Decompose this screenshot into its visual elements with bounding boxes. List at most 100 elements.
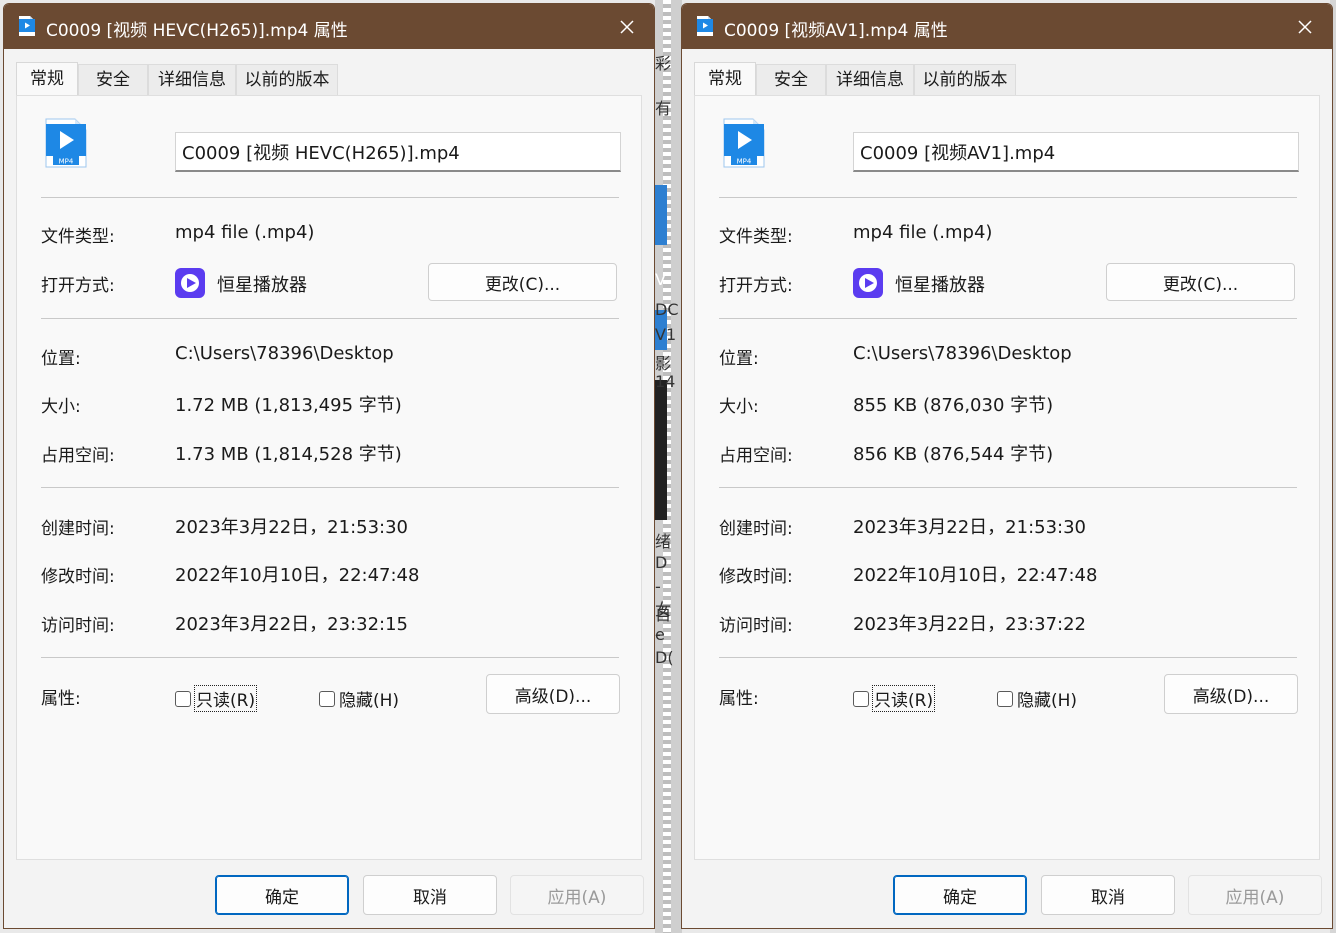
location-value: C:\Users\78396\Desktop [175,343,394,364]
cancel-button[interactable]: 取消 [363,875,497,915]
attributes-label: 属性: [41,689,81,709]
hidden-label: 隐藏(H) [1017,691,1078,711]
readonly-label: 只读(R) [193,685,258,712]
file-type-value: mp4 file (.mp4) [175,222,315,243]
open-with-value: 恒星播放器 [217,275,307,296]
ok-button[interactable]: 确定 [893,875,1027,915]
separator [41,487,619,488]
bg-glyph: V1 [655,325,677,344]
tab-details[interactable]: 详细信息 [826,64,914,95]
general-panel: MP4 文件类型: mp4 file (.mp4) 打开方式: 恒星播放器 更改… [694,95,1320,860]
modified-value: 2022年10月10日，22:47:48 [175,565,420,586]
separator [41,318,619,319]
size-on-disk-label: 占用空间: [41,446,115,466]
properties-dialog-av1: C0009 [视频AV1].mp4 属性 常规 安全 详细信息 以前的版本 MP… [681,3,1333,929]
tab-security[interactable]: 安全 [756,64,826,95]
close-button[interactable] [1278,4,1332,49]
separator [719,657,1297,658]
open-with-label: 打开方式: [41,276,115,296]
file-type-value: mp4 file (.mp4) [853,222,993,243]
tab-previous-versions[interactable]: 以前的版本 [914,64,1016,95]
mp4-file-icon: MP4 [723,118,765,168]
hidden-label: 隐藏(H) [339,691,400,711]
background-desktop-strip: 彩 有 V DC V1 影 14 绪 D -女 自e - D( [655,0,682,933]
modified-label: 修改时间: [41,567,115,587]
close-icon [1298,19,1312,34]
close-button[interactable] [600,4,654,49]
readonly-checkbox[interactable]: 只读(R) [853,685,936,712]
file-type-label: 文件类型: [719,227,793,247]
size-on-disk-value: 1.73 MB (1,814,528 字节) [175,444,402,465]
window-title: C0009 [视频AV1].mp4 属性 [724,21,948,41]
title-bar[interactable]: C0009 [视频 HEVC(H265)].mp4 属性 [4,4,654,49]
apply-button[interactable]: 应用(A) [510,875,644,915]
bg-glyph: DC [655,300,679,319]
created-value: 2023年3月22日，21:53:30 [175,517,409,538]
checkbox-box[interactable] [853,690,869,707]
bg-glyph: D( [655,648,674,667]
mp4-file-icon: MP4 [45,118,87,168]
checkbox-box[interactable] [997,690,1013,707]
size-on-disk-label: 占用空间: [719,446,793,466]
mp4-file-icon [19,16,35,36]
bg-glyph: 14 [655,372,676,391]
separator [719,318,1297,319]
file-type-label: 文件类型: [41,227,115,247]
filename-input[interactable] [175,132,621,172]
size-label: 大小: [41,397,81,417]
bg-blue-block [655,185,667,245]
open-with-label: 打开方式: [719,276,793,296]
player-app-icon [853,268,883,298]
bg-glyph: 影 [655,354,672,373]
separator [41,657,619,658]
location-label: 位置: [719,349,759,369]
accessed-value: 2023年3月22日，23:37:22 [853,614,1087,635]
separator [719,487,1297,488]
tab-general[interactable]: 常规 [694,62,756,95]
size-value: 855 KB (876,030 字节) [853,395,1054,416]
filename-input[interactable] [853,132,1299,172]
properties-dialog-hevc: C0009 [视频 HEVC(H265)].mp4 属性 常规 安全 详细信息 … [3,3,655,929]
bg-glyph: 有 [655,99,672,118]
mp4-icon-label: MP4 [59,158,74,166]
change-button[interactable]: 更改(C)... [428,263,617,301]
size-on-disk-value: 856 KB (876,544 字节) [853,444,1054,465]
advanced-button[interactable]: 高级(D)... [1164,674,1298,714]
location-value: C:\Users\78396\Desktop [853,343,1072,364]
hidden-checkbox[interactable]: 隐藏(H) [319,686,399,711]
advanced-button[interactable]: 高级(D)... [486,674,620,714]
cancel-button[interactable]: 取消 [1041,875,1175,915]
ok-button[interactable]: 确定 [215,875,349,915]
separator [719,197,1297,198]
open-with-value: 恒星播放器 [895,275,985,296]
bg-glyph: 绪 [655,532,672,551]
modified-value: 2022年10月10日，22:47:48 [853,565,1098,586]
created-label: 创建时间: [719,519,793,539]
bg-glyph: D [655,553,668,572]
created-value: 2023年3月22日，21:53:30 [853,517,1087,538]
accessed-value: 2023年3月22日，23:32:15 [175,614,409,635]
change-button[interactable]: 更改(C)... [1106,263,1295,301]
checkbox-box[interactable] [175,690,191,707]
tab-details[interactable]: 详细信息 [148,64,236,95]
accessed-label: 访问时间: [719,616,793,636]
bg-glyph: 彩 [655,54,672,73]
accessed-label: 访问时间: [41,616,115,636]
bg-glyph: V [655,270,666,289]
bg-glyph: - [655,625,661,644]
window-title: C0009 [视频 HEVC(H265)].mp4 属性 [46,21,348,41]
readonly-checkbox[interactable]: 只读(R) [175,685,258,712]
location-label: 位置: [41,349,81,369]
separator [41,197,619,198]
checkbox-box[interactable] [319,690,335,707]
title-bar[interactable]: C0009 [视频AV1].mp4 属性 [682,4,1332,49]
readonly-label: 只读(R) [871,685,936,712]
hidden-checkbox[interactable]: 隐藏(H) [997,686,1077,711]
player-app-icon [175,268,205,298]
apply-button[interactable]: 应用(A) [1188,875,1322,915]
tab-security[interactable]: 安全 [78,64,148,95]
created-label: 创建时间: [41,519,115,539]
tab-previous-versions[interactable]: 以前的版本 [236,64,338,95]
tab-general[interactable]: 常规 [16,62,78,95]
size-label: 大小: [719,397,759,417]
